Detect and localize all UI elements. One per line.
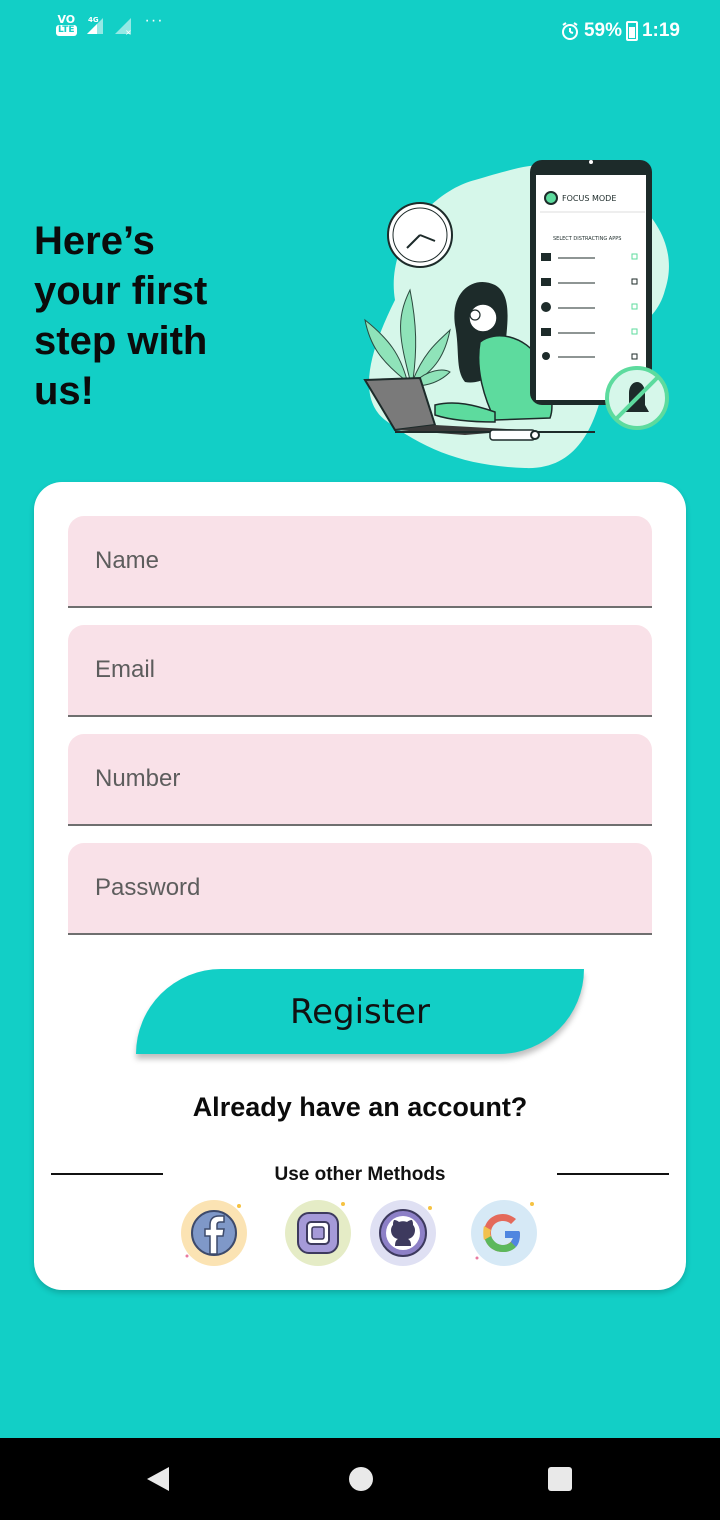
other-methods-label: Use other Methods <box>274 1164 446 1185</box>
navigation-bar <box>0 1438 720 1520</box>
lte-label: LTE <box>56 25 77 36</box>
status-left: VO LTE 4G × ··· <box>56 12 164 36</box>
phone-on-desk-icon <box>489 429 536 441</box>
facebook-icon[interactable] <box>179 1198 249 1268</box>
phone-subtitle: SELECT DISTRACTING APPS <box>553 236 621 242</box>
status-right: 59% 1:19 <box>560 20 680 42</box>
battery-percent: 59% <box>583 20 622 41</box>
email-field[interactable] <box>68 625 652 717</box>
password-field[interactable] <box>68 843 652 935</box>
status-bar: VO LTE 4G × ··· 59% 1:19 <box>0 0 720 62</box>
alarm-icon <box>561 22 578 40</box>
page-title: Here’s your first step with us! <box>34 219 208 413</box>
register-button[interactable]: Register <box>136 969 584 1054</box>
divider-right <box>557 1173 669 1175</box>
illustration-focus-mode: FOCUS MODE SELECT DISTRACTING APPS <box>363 160 669 469</box>
github-icon[interactable] <box>368 1198 438 1268</box>
login-link[interactable]: Already have an account? <box>34 1092 686 1123</box>
volte-icon: VO LTE <box>56 14 77 36</box>
password-input[interactable] <box>68 843 652 933</box>
instagram-icon[interactable] <box>283 1198 353 1268</box>
back-icon[interactable] <box>143 1464 173 1494</box>
clock: 1:19 <box>641 20 680 41</box>
google-icon[interactable] <box>469 1198 539 1268</box>
name-input[interactable] <box>68 516 652 606</box>
email-input[interactable] <box>68 625 652 715</box>
name-field[interactable] <box>68 516 652 608</box>
recents-icon[interactable] <box>545 1464 575 1494</box>
phone-title: FOCUS MODE <box>562 194 616 203</box>
number-input[interactable] <box>68 734 652 824</box>
no-notifications-icon <box>605 366 669 430</box>
register-card: Register Already have an account? Use ot… <box>34 482 686 1290</box>
wall-clock-icon <box>387 202 453 268</box>
home-icon[interactable] <box>346 1464 376 1494</box>
signal-icon-sim2: × <box>114 18 132 35</box>
svg-text:×: × <box>125 28 132 35</box>
number-field[interactable] <box>68 734 652 826</box>
signal-4g-icon: 4G <box>86 16 103 34</box>
overflow-icon: ··· <box>144 12 164 29</box>
network-type-label: 4G <box>88 16 99 24</box>
battery-icon <box>625 21 638 41</box>
